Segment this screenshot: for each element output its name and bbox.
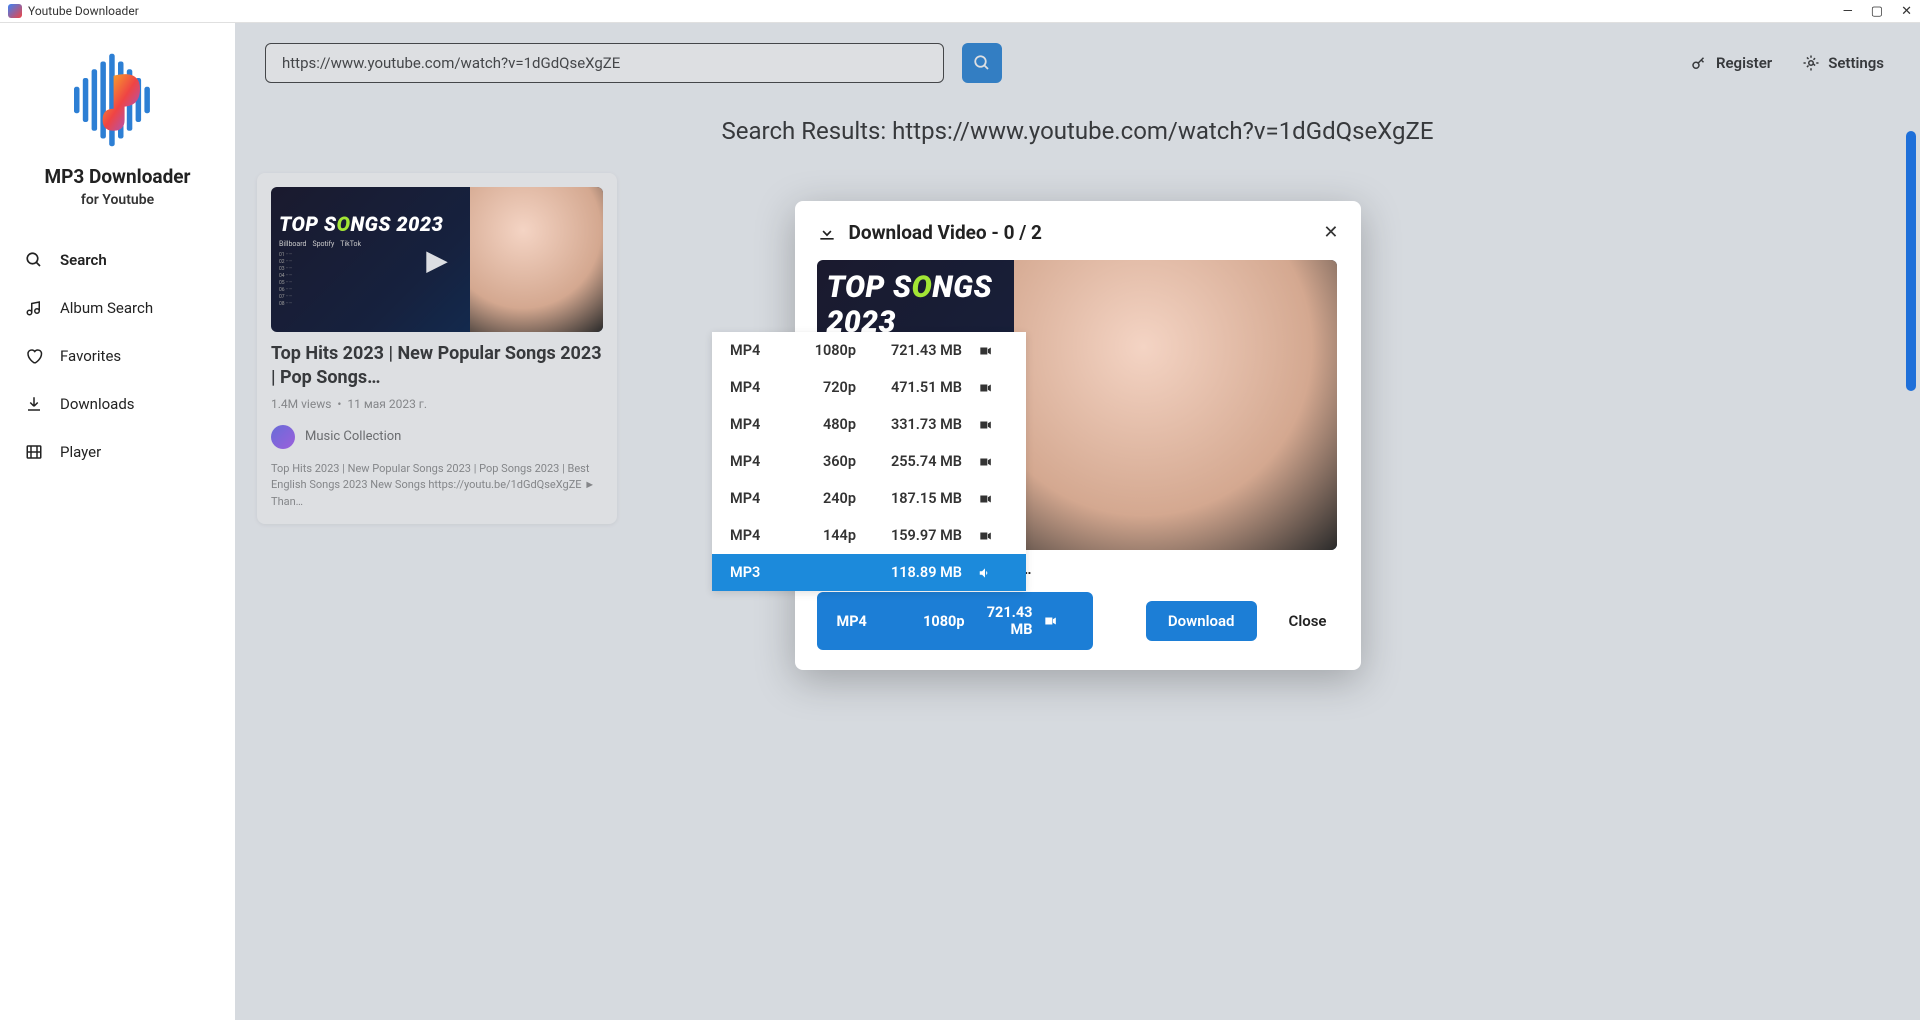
selected-format: MP4: [837, 613, 891, 630]
video-icon: [978, 529, 1008, 543]
video-icon: [978, 492, 1008, 506]
window-title: Youtube Downloader: [28, 4, 139, 18]
format-name: MP4: [730, 453, 784, 470]
format-name: MP3: [730, 564, 784, 581]
selected-format-pill[interactable]: MP4 1080p 721.43 MB: [817, 592, 1093, 650]
format-size: 255.74 MB: [864, 453, 970, 470]
format-res: 1080p: [792, 342, 856, 359]
sidebar-item-album-search[interactable]: Album Search: [14, 284, 221, 332]
thumb-overlay-text: TOP SONGS 2023: [279, 212, 462, 236]
sidebar-item-player[interactable]: Player: [14, 428, 221, 476]
film-icon: [24, 442, 44, 462]
sidebar-item-label: Favorites: [60, 347, 121, 365]
main-content: Register Settings Search Results: https:…: [235, 23, 1920, 1020]
format-name: MP4: [730, 527, 784, 544]
window-minimize[interactable]: —: [1843, 4, 1853, 19]
sidebar-item-downloads[interactable]: Downloads: [14, 380, 221, 428]
download-icon: [24, 394, 44, 414]
result-thumbnail[interactable]: TOP SONGS 2023 BillboardSpotifyTikTok 01…: [271, 187, 603, 332]
format-size: 471.51 MB: [864, 379, 970, 396]
format-option[interactable]: MP4 360p 255.74 MB: [712, 443, 1026, 480]
format-option[interactable]: MP4 240p 187.15 MB: [712, 480, 1026, 517]
format-option[interactable]: MP4 720p 471.51 MB: [712, 369, 1026, 406]
format-size: 331.73 MB: [864, 416, 970, 433]
sidebar-item-search[interactable]: Search: [14, 236, 221, 284]
format-dropdown: MP4 1080p 721.43 MB MP4 720p 471.51 MB MP4 480p…: [712, 332, 1026, 591]
format-name: MP4: [730, 490, 784, 507]
format-size: 159.97 MB: [864, 527, 970, 544]
format-res: 240p: [792, 490, 856, 507]
format-res: 720p: [792, 379, 856, 396]
selected-res: 1080p: [901, 613, 965, 630]
app-subtitle: for Youtube: [14, 192, 221, 208]
format-name: MP4: [730, 416, 784, 433]
video-icon: [978, 344, 1008, 358]
app-name: MP3 Downloader: [14, 165, 221, 188]
format-res: 360p: [792, 453, 856, 470]
play-icon: ▶: [426, 243, 448, 276]
sidebar-item-favorites[interactable]: Favorites: [14, 332, 221, 380]
video-icon: [1043, 614, 1073, 628]
modal-title-text: Download Video - 0 / 2: [849, 221, 1042, 244]
format-option[interactable]: MP4 144p 159.97 MB: [712, 517, 1026, 554]
app-icon: [8, 4, 22, 18]
format-size: 721.43 MB: [864, 342, 970, 359]
heart-icon: [24, 346, 44, 366]
format-option[interactable]: MP3 118.89 MB: [712, 554, 1026, 591]
download-button[interactable]: Download: [1146, 601, 1257, 641]
modal-close-button[interactable]: ✕: [1323, 222, 1338, 243]
sidebar-item-label: Search: [60, 251, 107, 269]
format-res: 144p: [792, 527, 856, 544]
app-logo: [63, 45, 173, 155]
video-icon: [978, 418, 1008, 432]
sidebar-item-label: Downloads: [60, 395, 135, 413]
modal-thumb-text: TOP SONGS 2023: [827, 270, 1005, 340]
format-option[interactable]: MP4 480p 331.73 MB: [712, 406, 1026, 443]
search-icon: [24, 250, 44, 270]
video-icon: [978, 381, 1008, 395]
close-button[interactable]: Close: [1277, 601, 1339, 641]
music-icon: [24, 298, 44, 318]
sidebar-item-label: Album Search: [60, 299, 153, 317]
audio-icon: [978, 566, 1008, 580]
sidebar: MP3 Downloader for Youtube Search Album …: [0, 23, 235, 1020]
scrollbar[interactable]: [1906, 131, 1916, 391]
window-close[interactable]: ✕: [1901, 4, 1912, 19]
format-option[interactable]: MP4 1080p 721.43 MB: [712, 332, 1026, 369]
window-maximize[interactable]: ▢: [1871, 4, 1883, 19]
format-size: 118.89 MB: [864, 564, 970, 581]
format-size: 187.15 MB: [864, 490, 970, 507]
format-name: MP4: [730, 342, 784, 359]
selected-size: 721.43 MB: [975, 604, 1033, 638]
titlebar: Youtube Downloader — ▢ ✕: [0, 0, 1920, 23]
format-name: MP4: [730, 379, 784, 396]
sidebar-item-label: Player: [60, 443, 101, 461]
video-icon: [978, 455, 1008, 469]
download-icon: [817, 223, 837, 243]
format-res: 480p: [792, 416, 856, 433]
